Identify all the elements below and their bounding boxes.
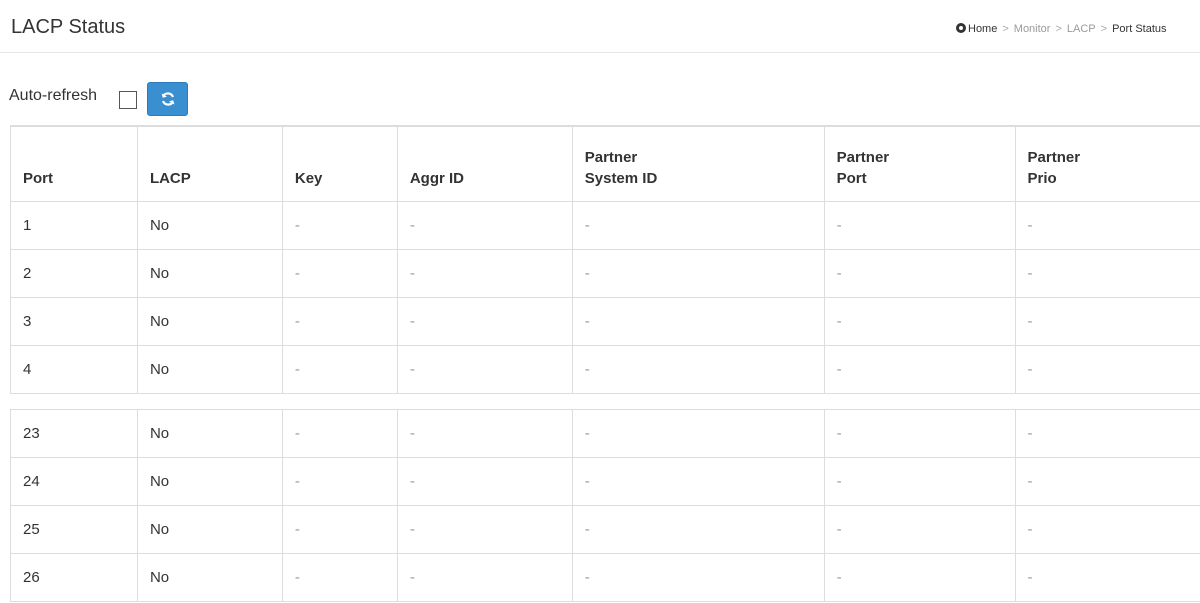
cell-lacp: No (136, 345, 283, 394)
breadcrumb-current: Port Status (1112, 23, 1167, 35)
cell-port: 23 (10, 409, 138, 458)
cell-partner-prio: - (1014, 249, 1200, 298)
breadcrumb-separator: > (1002, 23, 1009, 35)
cell-partner-port: - (823, 201, 1016, 250)
cell-aggr-id: - (396, 553, 573, 602)
table-row: 1 No - - - - - (10, 201, 1200, 250)
cell-lacp: No (136, 457, 283, 506)
cell-lacp: No (136, 553, 283, 602)
cell-partner-prio: - (1014, 505, 1200, 554)
cell-partner-prio: - (1014, 409, 1200, 458)
table-row: 3 No - - - - - (10, 297, 1200, 346)
breadcrumb-separator: > (1100, 23, 1108, 35)
cell-partner-prio: - (1014, 201, 1200, 250)
auto-refresh-label: Auto-refresh (9, 87, 98, 104)
cell-lacp: No (136, 249, 283, 298)
cell-key: - (281, 409, 398, 458)
cell-key: - (281, 505, 398, 554)
table-row: 26 No - - - - - (10, 553, 1200, 602)
breadcrumb-home[interactable]: Home (968, 23, 997, 35)
breadcrumb-monitor[interactable]: Monitor (1014, 23, 1051, 35)
refresh-icon (161, 92, 175, 106)
cell-partner-prio: - (1014, 457, 1200, 506)
cell-aggr-id: - (396, 249, 573, 298)
cell-lacp: No (136, 297, 283, 346)
breadcrumb-lacp[interactable]: LACP (1067, 23, 1096, 35)
cell-key: - (281, 457, 398, 506)
cell-partner-port: - (823, 297, 1016, 346)
cell-key: - (281, 201, 398, 250)
column-header-aggr-id: Aggr ID (396, 125, 573, 202)
cell-lacp: No (136, 201, 283, 250)
refresh-button[interactable] (147, 82, 188, 116)
cell-port: 25 (10, 505, 138, 554)
cell-key: - (281, 249, 398, 298)
column-header-partner-prio: Partner Prio (1014, 125, 1200, 202)
cell-partner-system-id: - (571, 297, 825, 346)
cell-partner-system-id: - (571, 553, 825, 602)
cell-partner-port: - (823, 553, 1016, 602)
cell-partner-system-id: - (571, 409, 825, 458)
cell-partner-port: - (823, 409, 1016, 458)
cell-aggr-id: - (396, 409, 573, 458)
cell-port: 4 (10, 345, 138, 394)
cell-partner-system-id: - (571, 201, 825, 250)
cell-port: 2 (10, 249, 138, 298)
breadcrumb: Home > Monitor > LACP > Port Status (956, 23, 1167, 35)
cell-aggr-id: - (396, 345, 573, 394)
cell-partner-port: - (823, 505, 1016, 554)
page-title: LACP Status (11, 16, 126, 38)
auto-refresh-checkbox[interactable] (119, 91, 137, 109)
cell-aggr-id: - (396, 457, 573, 506)
cell-partner-system-id: - (571, 249, 825, 298)
table-row: 2 No - - - - - (10, 249, 1200, 298)
cell-port: 24 (10, 457, 138, 506)
cell-partner-prio: - (1014, 553, 1200, 602)
cell-partner-system-id: - (571, 457, 825, 506)
cell-aggr-id: - (396, 297, 573, 346)
cell-lacp: No (136, 505, 283, 554)
cell-key: - (281, 297, 398, 346)
home-icon[interactable] (956, 23, 966, 33)
cell-aggr-id: - (396, 201, 573, 250)
cell-port: 26 (10, 553, 138, 602)
column-header-partner-system-id: Partner System ID (571, 125, 825, 202)
cell-aggr-id: - (396, 505, 573, 554)
breadcrumb-separator: > (1055, 23, 1062, 35)
lacp-status-table: Port LACP Key Aggr ID Partner System ID P… (10, 125, 1200, 602)
cell-partner-port: - (823, 345, 1016, 394)
table-header-row: Port LACP Key Aggr ID Partner System ID P… (10, 125, 1200, 202)
column-header-key: Key (281, 125, 398, 202)
cell-partner-prio: - (1014, 345, 1200, 394)
cell-key: - (281, 553, 398, 602)
table-row: 25 No - - - - - (10, 505, 1200, 554)
column-header-lacp: LACP (136, 125, 283, 202)
cell-partner-system-id: - (571, 345, 825, 394)
cell-partner-system-id: - (571, 505, 825, 554)
column-header-partner-port: Partner Port (823, 125, 1016, 202)
column-header-port: Port (10, 125, 138, 202)
cell-lacp: No (136, 409, 283, 458)
cell-partner-prio: - (1014, 297, 1200, 346)
table-row: 4 No - - - - - (10, 345, 1200, 394)
table-row: 24 No - - - - - (10, 457, 1200, 506)
table-row: 23 No - - - - - (10, 409, 1200, 458)
row-gap (10, 393, 1200, 410)
row-gap-cell (10, 393, 1200, 410)
page-header: LACP Status Home > Monitor > LACP > Port Statu… (0, 0, 1200, 53)
cell-port: 1 (10, 201, 138, 250)
cell-port: 3 (10, 297, 138, 346)
cell-partner-port: - (823, 249, 1016, 298)
cell-partner-port: - (823, 457, 1016, 506)
cell-key: - (281, 345, 398, 394)
